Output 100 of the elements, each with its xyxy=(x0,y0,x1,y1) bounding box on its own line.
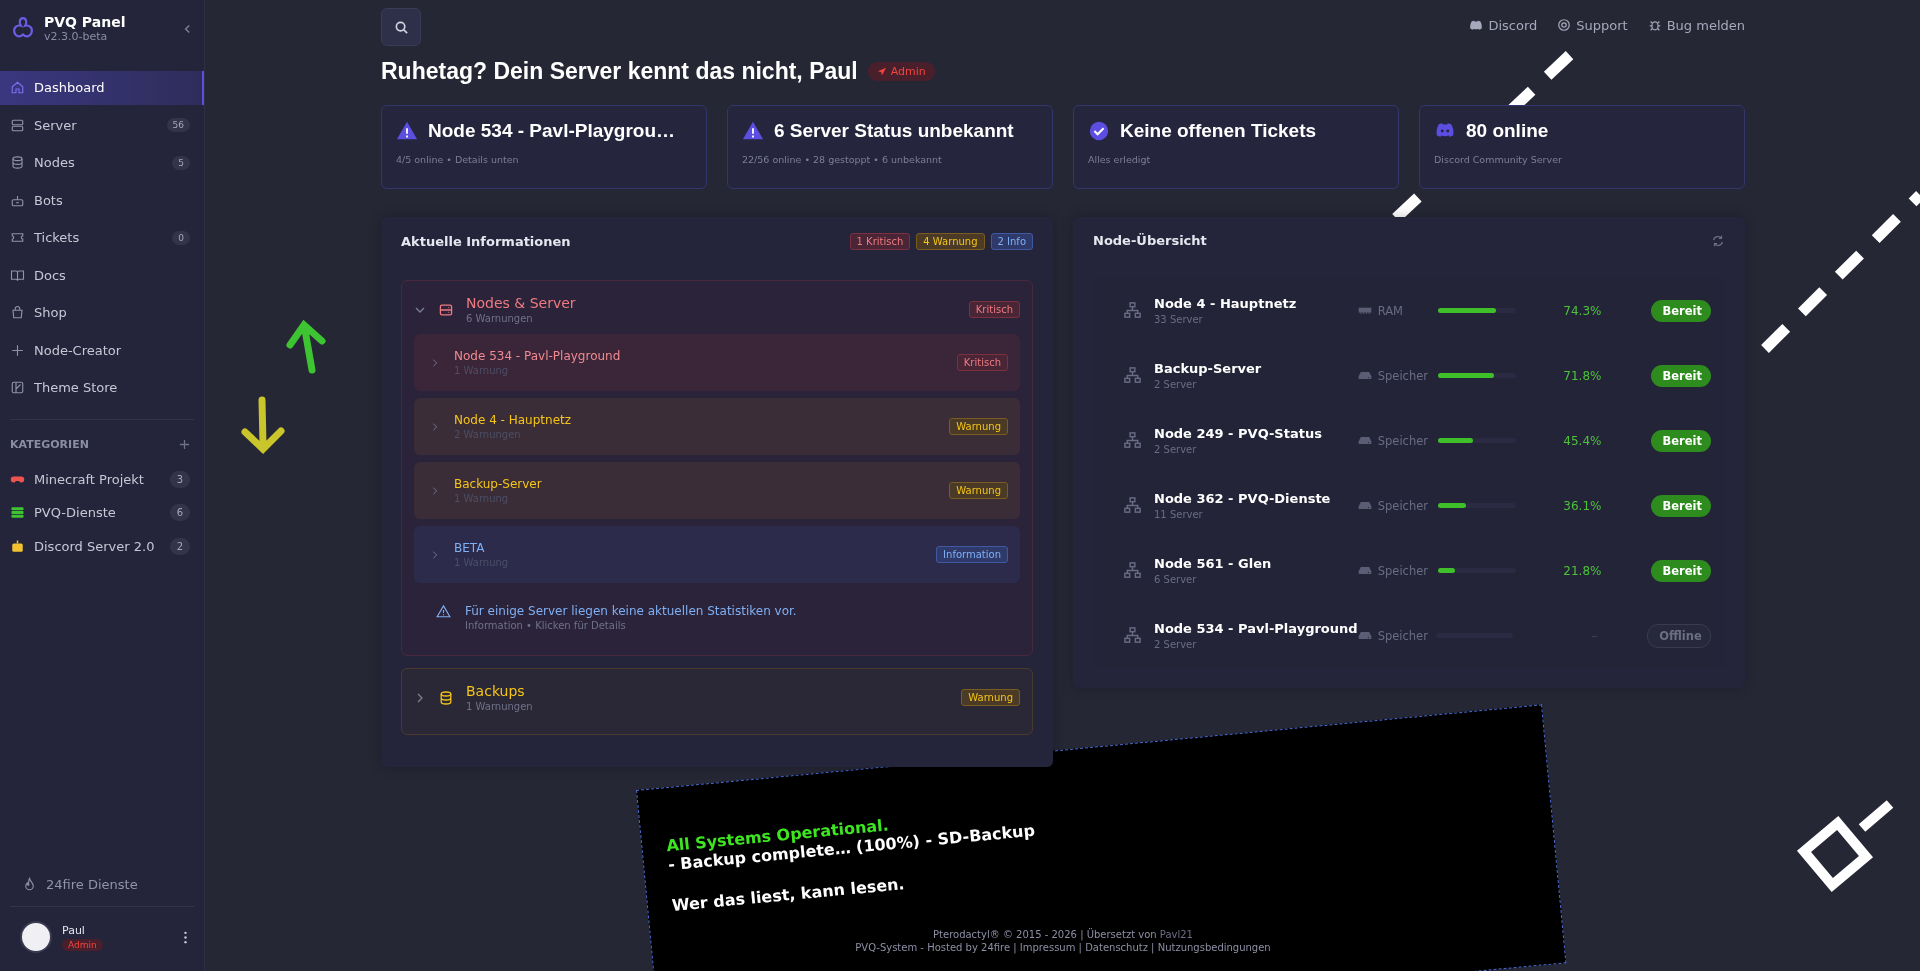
drive-icon xyxy=(1357,566,1372,575)
chat-icon xyxy=(1469,18,1484,32)
memory-icon xyxy=(1357,306,1372,315)
network-icon xyxy=(1123,366,1142,385)
database-icon xyxy=(438,689,454,706)
severity-badge: Warnung xyxy=(961,689,1020,706)
node-name[interactable]: Backup-Server xyxy=(1154,361,1358,376)
console-line: Wer das liest, kann lesen. xyxy=(671,873,907,916)
notice-text[interactable]: Für einige Server liegen keine aktuellen Statistiken vor. xyxy=(465,604,1010,618)
footer-links[interactable]: PVQ-System - Hosted by 24fire | Impressum | Datenschutz | Nutzungsbedingungen xyxy=(855,942,1271,953)
nav-item[interactable]: Nodes 5 xyxy=(0,146,204,180)
notice-subtitle: Information • Klicken für Details xyxy=(465,620,627,631)
item-title: Node 534 - Pavl-Playground xyxy=(454,349,622,363)
item-title: Node 4 - Hauptnetz xyxy=(454,413,573,427)
status-badge: Bereit xyxy=(1651,299,1711,322)
top-link[interactable]: Support xyxy=(1557,17,1628,33)
plus-icon xyxy=(10,342,25,358)
warning-icon xyxy=(742,120,764,142)
status-badge: Bereit xyxy=(1651,364,1711,387)
metric-label: Speicher xyxy=(1377,433,1428,448)
node-name[interactable]: Node 534 - Pavl-Playground xyxy=(1154,621,1358,636)
nav-item[interactable]: Docs xyxy=(0,258,204,292)
add-icon[interactable] xyxy=(179,438,190,450)
stat-title: Node 534 - Pavl-Playgrou… xyxy=(428,120,676,142)
drive-icon xyxy=(1357,501,1372,510)
item-title: Backup-Server xyxy=(454,477,543,491)
category-item[interactable]: PVQ-Dienste 6 xyxy=(0,496,204,530)
usage-percent: 21.8% xyxy=(1562,563,1602,578)
severity-badge: Warnung xyxy=(949,482,1008,499)
network-icon xyxy=(1123,301,1142,320)
more-icon[interactable] xyxy=(183,930,188,944)
nav-item[interactable]: Shop xyxy=(0,296,204,330)
nav-item[interactable]: Node-Creator xyxy=(0,333,204,367)
nav-item[interactable]: Server 56 xyxy=(0,108,204,142)
search-button[interactable] xyxy=(381,8,421,46)
server-count: 6 Server xyxy=(1154,574,1198,585)
avatar xyxy=(20,921,52,953)
usage-percent: 45.4% xyxy=(1562,433,1602,448)
node-name[interactable]: Node 4 - Hauptnetz xyxy=(1154,296,1358,311)
drive-icon xyxy=(1357,631,1372,640)
severity-badge: Kritisch xyxy=(968,301,1020,318)
warning-icon xyxy=(396,120,418,142)
node-name[interactable]: Node 362 - PVQ-Dienste xyxy=(1154,491,1358,506)
network-icon xyxy=(1123,626,1142,645)
sidebar-link[interactable]: 24fire Dienste xyxy=(0,877,204,892)
author-link[interactable]: Pavl21 xyxy=(1159,929,1193,940)
section-heading: KATEGORIEN xyxy=(10,437,89,451)
count-badge: 4 Warnung xyxy=(916,233,985,250)
severity-badge: Kritisch xyxy=(956,354,1008,371)
home-icon xyxy=(10,80,25,96)
stat-title: 6 Server Status unbekannt xyxy=(774,120,1014,142)
severity-badge: Warnung xyxy=(949,418,1008,435)
brand-name: PVQ Panel xyxy=(44,14,127,30)
node-name[interactable]: Node 249 - PVQ-Status xyxy=(1154,426,1358,441)
chevron-icon xyxy=(430,549,440,560)
usage-percent: 71.8% xyxy=(1562,368,1602,383)
stat-subtitle: Discord Community Server xyxy=(1434,154,1563,165)
flame-icon xyxy=(22,877,37,892)
network-icon xyxy=(1123,561,1142,580)
palette-icon xyxy=(10,380,25,396)
category-item[interactable]: Minecraft Projekt 3 xyxy=(0,462,204,496)
user-name: Paul xyxy=(62,923,85,937)
top-link[interactable]: Bug melden xyxy=(1647,17,1745,33)
node-name[interactable]: Node 561 - Glen xyxy=(1154,556,1358,571)
stat-subtitle: 22/56 online • 28 gestoppt • 6 unbekannt xyxy=(742,154,943,165)
panel-title: Node-Übersicht xyxy=(1093,233,1207,248)
status-badge: Bereit xyxy=(1651,494,1711,517)
server-count: 2 Server xyxy=(1154,639,1198,650)
refresh-icon[interactable] xyxy=(1711,233,1725,248)
drive-icon xyxy=(1357,371,1372,380)
chevron-icon xyxy=(430,485,440,496)
search-icon xyxy=(393,19,409,35)
lifebuoy-icon xyxy=(1557,18,1572,32)
warning-icon xyxy=(436,604,451,619)
nav-item[interactable]: Theme Store xyxy=(0,371,204,405)
role-badge: Admin xyxy=(62,938,103,951)
check-icon xyxy=(1088,120,1110,142)
severity-badge: Information xyxy=(936,546,1008,563)
nav-item[interactable]: Bots xyxy=(0,183,204,217)
category-item[interactable]: Discord Server 2.0 2 xyxy=(0,529,204,563)
stat-subtitle: 4/5 online • Details unten xyxy=(396,154,520,165)
server-count: 2 Server xyxy=(1154,379,1198,390)
bag-icon xyxy=(10,305,25,321)
metric-label: Speicher xyxy=(1377,563,1428,578)
nav-item[interactable]: Tickets 0 xyxy=(0,221,204,255)
metric-label: Speicher xyxy=(1377,368,1428,383)
stat-title: Keine offenen Tickets xyxy=(1120,120,1317,142)
count-badge: 1 Kritisch xyxy=(849,233,911,250)
panel-title: Aktuelle Informationen xyxy=(401,234,571,249)
network-icon xyxy=(1123,431,1142,450)
usage-percent: 74.3% xyxy=(1562,303,1602,318)
usage-percent: 36.1% xyxy=(1562,498,1602,513)
server-icon xyxy=(10,117,25,133)
top-link[interactable]: Discord xyxy=(1469,17,1538,33)
stat-subtitle: Alles erledigt xyxy=(1088,154,1152,165)
book-icon xyxy=(10,267,25,283)
status-badge: Bereit xyxy=(1651,429,1711,452)
chevron-icon xyxy=(430,357,440,368)
server-count: 2 Server xyxy=(1154,444,1198,455)
nav-item[interactable]: Dashboard xyxy=(0,71,204,105)
